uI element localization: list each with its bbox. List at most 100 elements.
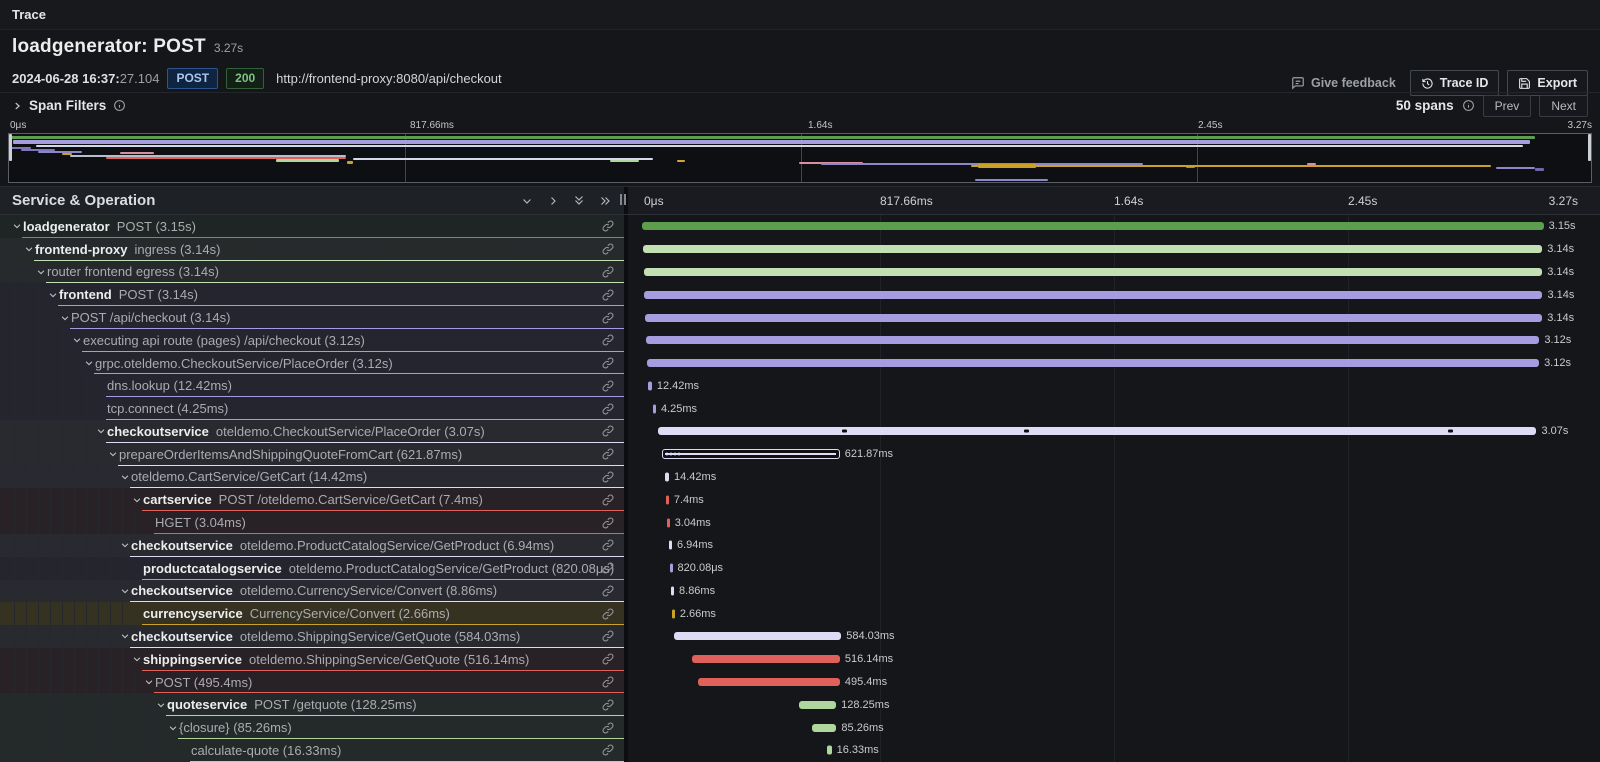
span-duration-bar[interactable] <box>671 586 674 595</box>
link-icon[interactable] <box>601 721 615 735</box>
span-timeline-cell[interactable]: 4.25ms <box>628 397 1600 420</box>
span-duration-bar[interactable] <box>666 495 669 504</box>
span-name-cell[interactable]: prepareOrderItemsAndShippingQuoteFromCar… <box>0 443 628 466</box>
span-duration-bar[interactable] <box>827 746 832 755</box>
span-row[interactable]: POST (495.4ms)495.4ms <box>0 671 1600 694</box>
span-filters-toggle[interactable]: Span Filters <box>12 98 126 113</box>
span-timeline-cell[interactable]: 3.15s <box>628 215 1600 238</box>
span-name-cell[interactable]: frontend-proxyingress (3.14s) <box>0 238 628 261</box>
collapse-chevron-icon[interactable] <box>24 244 35 254</box>
collapse-chevron-icon[interactable] <box>48 290 59 300</box>
span-timeline-cell[interactable]: 6.94ms <box>628 534 1600 557</box>
span-row[interactable]: checkoutserviceoteldemo.ShippingService/… <box>0 625 1600 648</box>
span-timeline-cell[interactable]: 85.26ms <box>628 716 1600 739</box>
link-icon[interactable] <box>601 402 615 416</box>
prev-span-button[interactable]: Prev <box>1483 95 1532 117</box>
span-row[interactable]: dns.lookup (12.42ms)12.42ms <box>0 374 1600 397</box>
span-row[interactable]: cartservicePOST /oteldemo.CartService/Ge… <box>0 488 1600 511</box>
span-name-cell[interactable]: checkoutserviceoteldemo.ShippingService/… <box>0 625 628 648</box>
span-row[interactable]: checkoutserviceoteldemo.CheckoutService/… <box>0 420 1600 443</box>
span-timeline-cell[interactable]: 16.33ms <box>628 739 1600 762</box>
span-duration-bar[interactable] <box>670 564 673 573</box>
link-icon[interactable] <box>601 242 615 256</box>
span-name-cell[interactable]: cartservicePOST /oteldemo.CartService/Ge… <box>0 488 628 511</box>
collapse-chevron-icon[interactable] <box>156 700 167 710</box>
give-feedback-button[interactable]: Give feedback <box>1285 72 1402 94</box>
span-row[interactable]: loadgeneratorPOST (3.15s)3.15s <box>0 215 1600 238</box>
link-icon[interactable] <box>601 424 615 438</box>
link-icon[interactable] <box>601 629 615 643</box>
span-name-cell[interactable]: grpc.oteldemo.CheckoutService/PlaceOrder… <box>0 352 628 375</box>
span-row[interactable]: productcatalogserviceoteldemo.ProductCat… <box>0 557 1600 580</box>
link-icon[interactable] <box>601 356 615 370</box>
span-name-cell[interactable]: executing api route (pages) /api/checkou… <box>0 329 628 352</box>
collapse-chevron-icon[interactable] <box>120 586 131 596</box>
double-chevron-down-icon[interactable] <box>573 194 585 207</box>
span-row[interactable]: tcp.connect (4.25ms)4.25ms <box>0 397 1600 420</box>
span-name-cell[interactable]: currencyserviceCurrencyService/Convert (… <box>0 602 628 625</box>
span-timeline-cell[interactable]: 14.42ms <box>628 466 1600 489</box>
span-duration-bar[interactable] <box>658 427 1537 435</box>
link-icon[interactable] <box>601 584 615 598</box>
span-name-cell[interactable]: calculate-quote (16.33ms) <box>0 739 628 762</box>
span-timeline-cell[interactable]: 2.66ms <box>628 602 1600 625</box>
span-name-cell[interactable]: checkoutserviceoteldemo.ProductCatalogSe… <box>0 534 628 557</box>
trace-minimap[interactable] <box>8 133 1592 183</box>
span-timeline-cell[interactable]: 3.14s <box>628 306 1600 329</box>
span-name-cell[interactable]: checkoutserviceoteldemo.CurrencyService/… <box>0 580 628 603</box>
link-icon[interactable] <box>601 470 615 484</box>
chevron-down-icon[interactable] <box>521 195 533 207</box>
span-row[interactable]: grpc.oteldemo.CheckoutService/PlaceOrder… <box>0 352 1600 375</box>
span-duration-bar[interactable] <box>667 518 670 527</box>
span-timeline-cell[interactable]: 584.03ms <box>628 625 1600 648</box>
collapse-chevron-icon[interactable] <box>96 426 107 436</box>
span-duration-bar[interactable] <box>647 359 1539 367</box>
link-icon[interactable] <box>601 379 615 393</box>
span-timeline-cell[interactable]: 3.14s <box>628 238 1600 261</box>
span-timeline-cell[interactable]: 3.12s <box>628 329 1600 352</box>
span-name-cell[interactable]: POST /api/checkout (3.14s) <box>0 306 628 329</box>
span-timeline-cell[interactable]: 128.25ms <box>628 693 1600 716</box>
span-duration-bar[interactable] <box>646 336 1539 344</box>
collapse-chevron-icon[interactable] <box>132 654 143 664</box>
span-row[interactable]: checkoutserviceoteldemo.CurrencyService/… <box>0 580 1600 603</box>
span-timeline-cell[interactable]: 621.87ms <box>628 443 1600 466</box>
span-name-cell[interactable]: oteldemo.CartService/GetCart (14.42ms) <box>0 466 628 489</box>
link-icon[interactable] <box>601 219 615 233</box>
collapse-chevron-icon[interactable] <box>60 313 71 323</box>
link-icon[interactable] <box>601 447 615 461</box>
span-name-cell[interactable]: router frontend egress (3.14s) <box>0 261 628 284</box>
span-duration-bar[interactable] <box>692 655 840 663</box>
link-icon[interactable] <box>601 493 615 507</box>
span-name-cell[interactable]: frontendPOST (3.14s) <box>0 283 628 306</box>
column-resize-grip[interactable] <box>620 194 628 205</box>
span-name-cell[interactable]: quoteservicePOST /getquote (128.25ms) <box>0 693 628 716</box>
collapse-chevron-icon[interactable] <box>144 677 155 687</box>
span-timeline-cell[interactable]: 3.12s <box>628 352 1600 375</box>
span-timeline-cell[interactable]: 7.4ms <box>628 488 1600 511</box>
collapse-chevron-icon[interactable] <box>120 540 131 550</box>
span-row[interactable]: {closure} (85.26ms)85.26ms <box>0 716 1600 739</box>
span-row[interactable]: POST /api/checkout (3.14s)3.14s <box>0 306 1600 329</box>
collapse-chevron-icon[interactable] <box>36 267 47 277</box>
collapse-chevron-icon[interactable] <box>132 495 143 505</box>
span-timeline-cell[interactable]: 3.14s <box>628 283 1600 306</box>
span-timeline-cell[interactable]: 495.4ms <box>628 671 1600 694</box>
span-duration-bar[interactable] <box>653 404 656 413</box>
span-name-cell[interactable]: shippingserviceoteldemo.ShippingService/… <box>0 648 628 671</box>
link-icon[interactable] <box>601 311 615 325</box>
span-duration-bar[interactable] <box>669 541 672 550</box>
span-row[interactable]: executing api route (pages) /api/checkou… <box>0 329 1600 352</box>
span-row[interactable]: quoteservicePOST /getquote (128.25ms)128… <box>0 693 1600 716</box>
collapse-chevron-icon[interactable] <box>168 723 179 733</box>
span-timeline-cell[interactable]: 3.04ms <box>628 511 1600 534</box>
info-icon[interactable] <box>1462 99 1475 112</box>
span-duration-bar[interactable] <box>665 472 669 481</box>
span-duration-bar[interactable] <box>799 701 836 709</box>
span-timeline-cell[interactable]: 516.14ms <box>628 648 1600 671</box>
minimap-left-handle[interactable] <box>9 134 12 161</box>
span-name-cell[interactable]: productcatalogserviceoteldemo.ProductCat… <box>0 557 628 580</box>
collapse-chevron-icon[interactable] <box>12 221 23 231</box>
link-icon[interactable] <box>601 675 615 689</box>
double-chevron-right-icon[interactable] <box>599 195 612 207</box>
